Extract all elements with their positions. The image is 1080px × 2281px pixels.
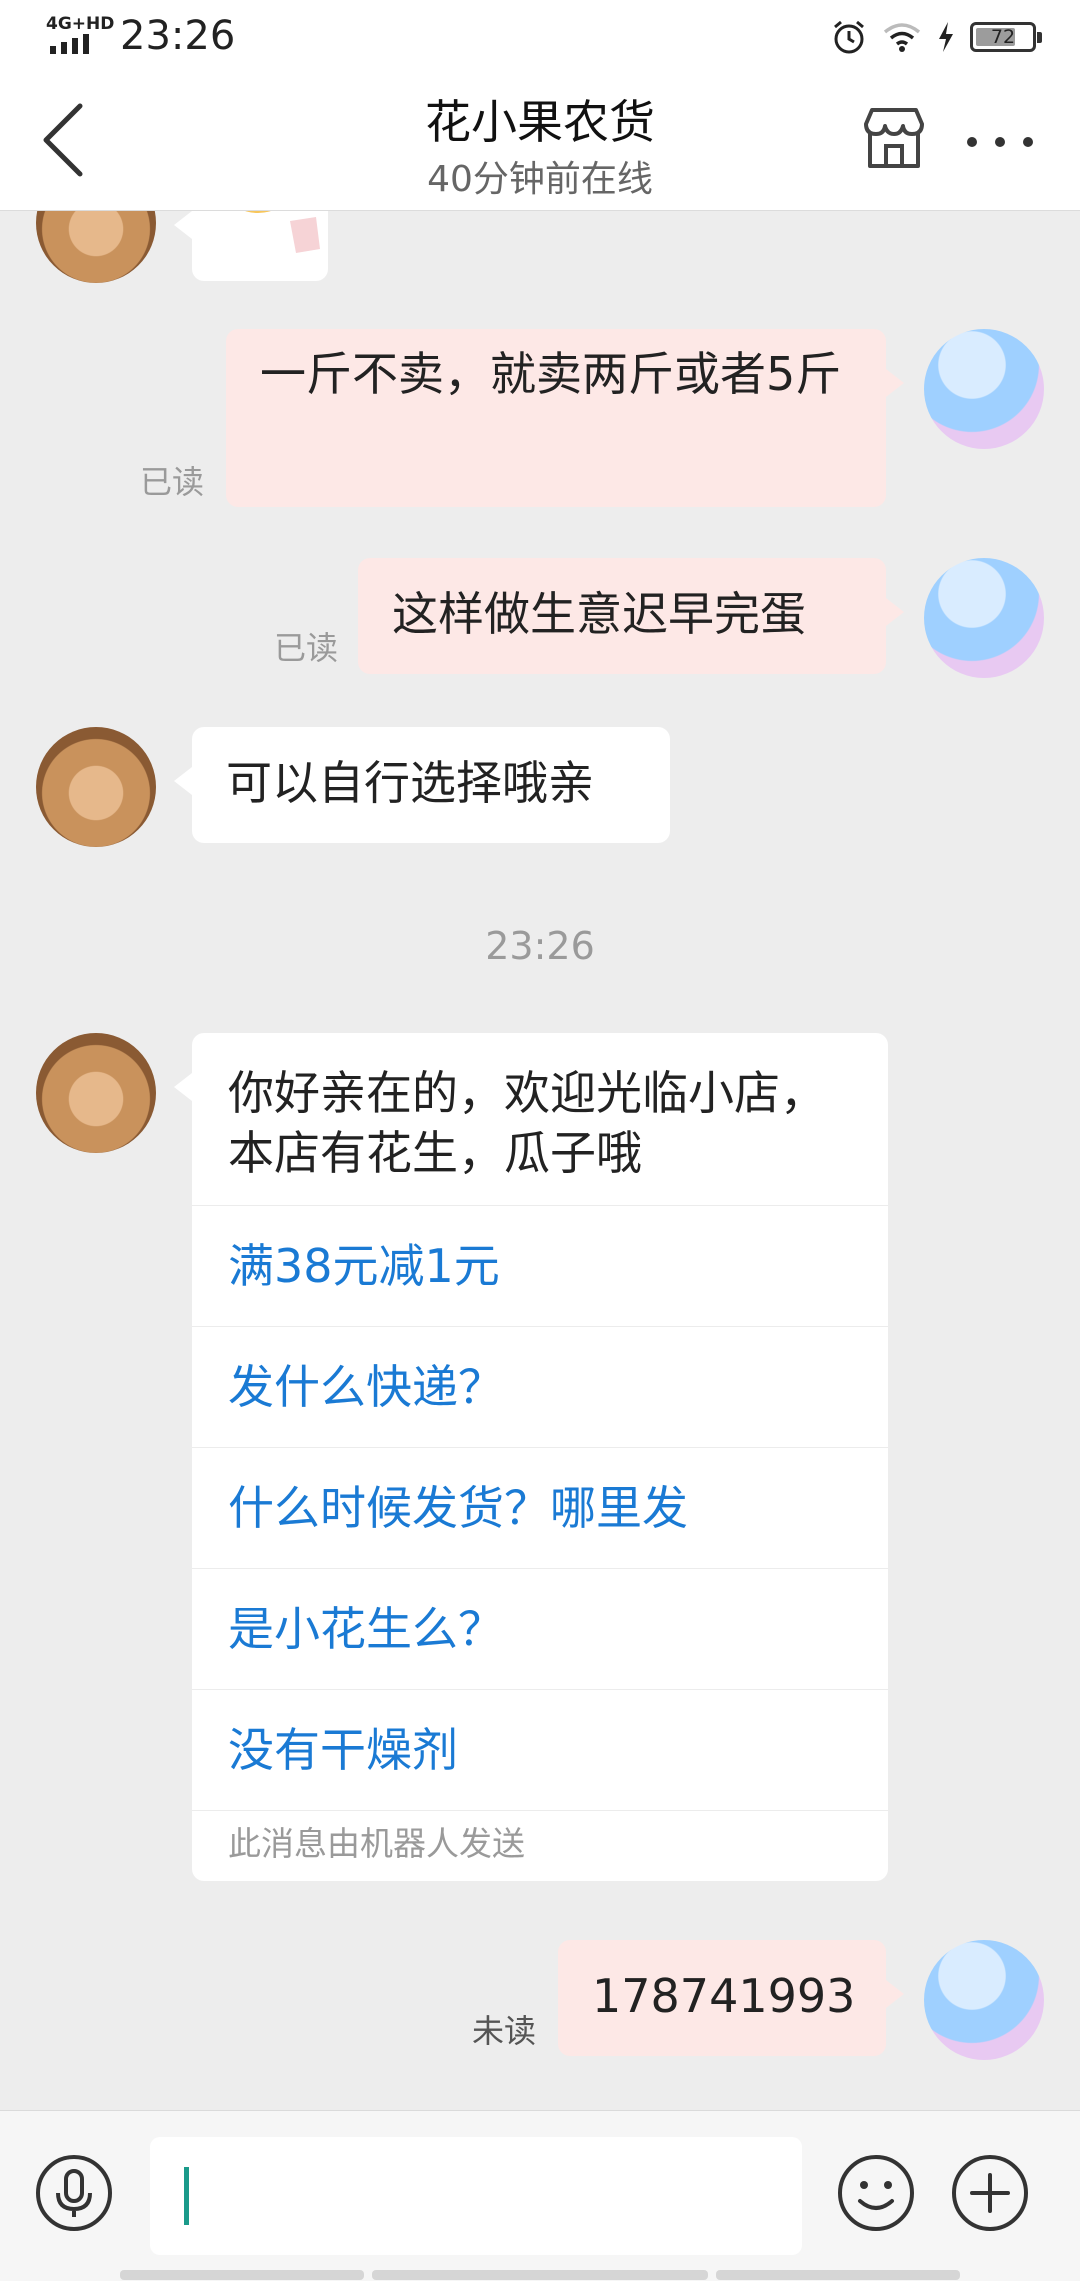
status-bar: 4G+HD 23:26 72 [0,0,1080,72]
shop-avatar[interactable] [36,1033,156,1153]
user-avatar[interactable] [924,329,1044,449]
charging-icon [939,22,953,52]
message-text: 这样做生意迟早完蛋 [392,587,806,641]
bot-message-text: 你好亲在的，欢迎光临小店，本店有花生，瓜子哦 [192,1033,888,1206]
bot-quick-reply[interactable]: 满38元减1元 [192,1206,888,1327]
read-receipt: 已读 [140,463,205,501]
nav-hint-bar [120,2270,364,2280]
bot-quick-reply[interactable]: 什么时候发货？哪里发 [192,1448,888,1569]
cellular-signal-icon: 4G+HD [44,14,114,58]
nav-hint-bar [716,2270,960,2280]
battery-percent: 72 [990,26,1016,48]
bot-quick-reply[interactable]: 没有干燥剂 [192,1690,888,1811]
chat-header: 花小果农货 40分钟前在线 [0,72,1080,211]
incoming-message[interactable]: 可以自行选择哦亲 [174,727,670,843]
add-attachment-icon[interactable] [950,2153,1030,2233]
outgoing-message[interactable]: 178741993 [558,1940,904,2056]
user-avatar[interactable] [924,558,1044,678]
nav-hint-bar [372,2270,708,2280]
chat-messages[interactable]: 一斤不卖，就卖两斤或者5斤 已读 这样做生意迟早完蛋 已读 可以自行选择哦亲 2… [0,211,1080,2109]
input-bar [0,2110,1080,2281]
sticker-message[interactable] [174,211,328,281]
outgoing-message[interactable]: 这样做生意迟早完蛋 [358,558,904,674]
outgoing-message[interactable]: 一斤不卖，就卖两斤或者5斤 [226,329,904,507]
wifi-icon [883,23,921,52]
text-caret [184,2167,189,2225]
shop-avatar[interactable] [36,211,156,283]
status-time: 23:26 [120,13,236,59]
bot-quick-reply[interactable]: 是小花生么？ [192,1569,888,1690]
bot-disclaimer: 此消息由机器人发送 [228,1824,525,1863]
more-options-icon[interactable] [960,112,1040,172]
voice-input-icon[interactable] [34,2153,114,2233]
network-type-label: 4G+HD [46,14,115,34]
handshake-sticker-icon [245,211,320,253]
message-timestamp: 23:26 [485,924,595,968]
status-left: 4G+HD 23:26 [44,10,235,62]
message-text: 可以自行选择哦亲 [226,756,594,810]
status-right: 72 [830,12,1042,62]
user-avatar[interactable] [924,1940,1044,2060]
shop-icon[interactable] [858,102,930,174]
shop-avatar[interactable] [36,727,156,847]
alarm-icon [834,20,864,54]
bot-message-card: 你好亲在的，欢迎光临小店，本店有花生，瓜子哦 满38元减1元 发什么快递？ 什么… [174,1033,888,1881]
read-receipt: 已读 [274,629,339,667]
unread-receipt: 未读 [472,2012,537,2050]
message-text: 178741993 [592,1969,856,2023]
battery-icon: 72 [970,22,1042,52]
message-input[interactable] [150,2137,802,2255]
emoji-icon[interactable] [836,2153,916,2233]
bot-quick-reply[interactable]: 发什么快递？ [192,1327,888,1448]
message-text: 一斤不卖，就卖两斤或者5斤 [260,347,842,401]
